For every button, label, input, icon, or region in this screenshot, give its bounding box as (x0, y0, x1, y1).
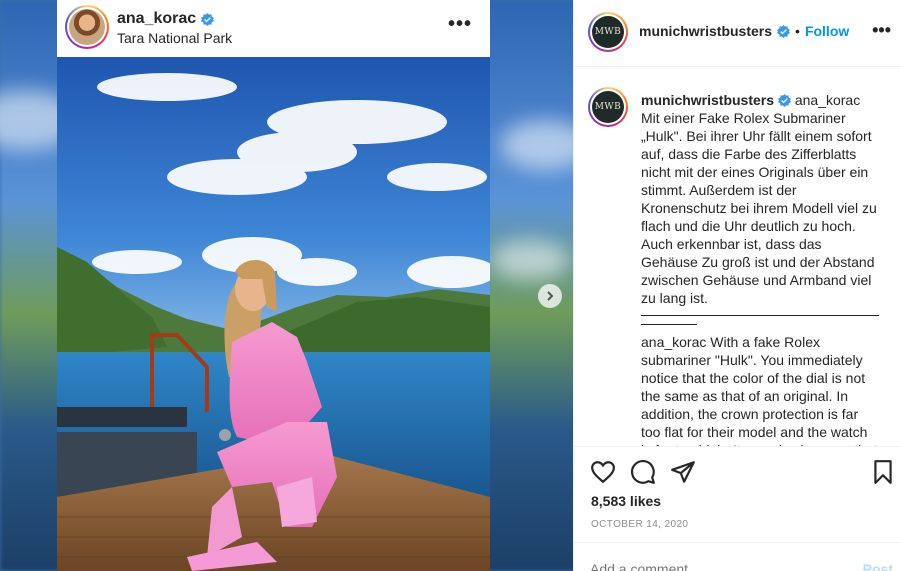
caption-german: ana_korac Mit einer Fake Rolex Submarine… (641, 92, 877, 306)
post-photo[interactable] (57, 57, 490, 571)
separator-bullet: • (795, 23, 800, 39)
more-horizontal-icon[interactable]: ••• (872, 21, 891, 39)
divider (641, 315, 879, 316)
bench (57, 407, 187, 427)
backdrop-cloud (490, 240, 570, 280)
comments-area[interactable]: MWB munichwristbusters ana_korac Mit ein… (574, 67, 900, 446)
post-avatar[interactable] (65, 5, 109, 49)
share-icon[interactable] (670, 459, 696, 485)
action-bar: 8,583 likes OCTOBER 14, 2020 Post (574, 446, 900, 571)
post-date[interactable]: OCTOBER 14, 2020 (591, 519, 688, 530)
follow-button[interactable]: Follow (805, 23, 849, 39)
more-horizontal-icon[interactable]: ••• (448, 14, 472, 34)
likes-count[interactable]: 8,583 likes (591, 493, 661, 509)
divider (641, 324, 697, 325)
account-name[interactable]: munichwristbusters • Follow (639, 23, 849, 39)
caption-avatar[interactable]: MWB (588, 87, 628, 127)
post-username[interactable]: ana_korac (117, 10, 215, 28)
post-header: ana_korac Tara National Park ••• (57, 0, 490, 57)
caption-username[interactable]: munichwristbusters (641, 92, 774, 108)
sidebar-header: MWB munichwristbusters • Follow ••• (574, 0, 900, 67)
add-comment-bar: Post (574, 542, 900, 571)
caption-text: munichwristbusters ana_korac Mit einer F… (641, 91, 881, 446)
post-location[interactable]: Tara National Park (117, 30, 232, 46)
comment-icon[interactable] (630, 459, 656, 485)
chevron-right-icon (547, 291, 554, 301)
next-image-button[interactable] (538, 284, 562, 308)
post-sidebar: MWB munichwristbusters • Follow ••• MWB … (573, 0, 900, 571)
heart-icon[interactable] (590, 459, 616, 485)
post-comment-button[interactable]: Post (863, 561, 893, 571)
post-panel: ana_korac Tara National Park ••• (57, 0, 490, 571)
caption-english: ana_korac With a fake Rolex submariner "… (641, 334, 878, 446)
bookmark-icon[interactable] (870, 459, 896, 485)
verified-badge-icon (201, 12, 215, 26)
comment-input[interactable] (590, 561, 840, 571)
account-avatar[interactable]: MWB (588, 12, 628, 52)
verified-badge-icon (777, 94, 791, 107)
verified-badge-icon (777, 24, 791, 38)
